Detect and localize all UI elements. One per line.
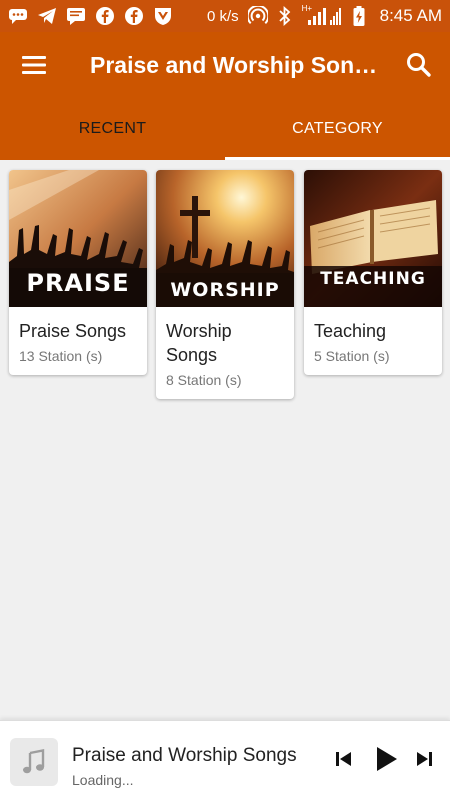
praise-thumbnail: PRAISE xyxy=(9,170,147,307)
category-title: Worship Songs xyxy=(166,321,232,365)
praise-thumb-text: PRAISE xyxy=(26,269,129,297)
category-station-count: 13 Station (s) xyxy=(19,348,103,364)
vpn-shield-icon xyxy=(153,7,173,25)
category-title: Teaching xyxy=(314,321,387,341)
search-icon[interactable] xyxy=(404,50,434,80)
network-speed: 0 k/s xyxy=(206,7,239,25)
player-title: Praise and Worship Songs xyxy=(72,745,297,766)
tab-recent[interactable]: RECENT xyxy=(0,98,225,160)
mini-player[interactable]: Praise and Worship Songs Loading... xyxy=(0,720,450,800)
skip-next-icon[interactable] xyxy=(414,749,434,774)
play-icon[interactable] xyxy=(372,745,400,778)
category-card-praise[interactable]: PRAISE Praise Songs 13 Station (s) xyxy=(9,170,147,375)
hotspot-icon xyxy=(247,6,268,25)
worship-thumb-text: WORSHIP xyxy=(170,279,279,301)
category-title: Praise Songs xyxy=(19,321,127,341)
status-bar: 0 k/s H+ 8:45 AM xyxy=(0,0,450,32)
facebook-icon xyxy=(124,7,144,25)
tab-category[interactable]: CATEGORY xyxy=(225,98,450,160)
message-icon xyxy=(66,7,86,25)
teaching-thumb-text: TEACHING xyxy=(320,269,426,289)
telegram-icon xyxy=(37,7,57,25)
player-status: Loading... xyxy=(72,772,134,788)
category-card-teaching[interactable]: TEACHING Teaching 5 Station (s) xyxy=(304,170,442,375)
category-card-worship[interactable]: WORSHIP Worship Songs 8 Station (s) xyxy=(156,170,294,399)
bluetooth-icon xyxy=(275,6,295,26)
network-type: H+ xyxy=(301,4,313,13)
teaching-thumbnail: TEACHING xyxy=(304,170,442,307)
battery-charging-icon xyxy=(349,6,369,26)
skip-previous-icon[interactable] xyxy=(334,749,354,774)
chat-icon xyxy=(8,7,28,25)
signal-icon: H+ xyxy=(301,4,342,25)
worship-thumbnail: WORSHIP xyxy=(156,170,294,307)
app-title: Praise and Worship Songs xyxy=(90,52,380,78)
tab-category-label: CATEGORY xyxy=(292,120,383,137)
clock: 8:45 AM xyxy=(379,6,442,25)
tab-bar: RECENT CATEGORY xyxy=(0,98,450,160)
music-note-icon xyxy=(10,738,58,786)
category-station-count: 8 Station (s) xyxy=(166,372,242,388)
app-bar: Praise and Worship Songs xyxy=(0,32,450,98)
menu-icon[interactable] xyxy=(20,52,50,78)
category-grid: PRAISE Praise Songs 13 Station (s) WORSH… xyxy=(0,160,450,720)
category-station-count: 5 Station (s) xyxy=(314,348,390,364)
facebook-icon xyxy=(95,7,115,25)
